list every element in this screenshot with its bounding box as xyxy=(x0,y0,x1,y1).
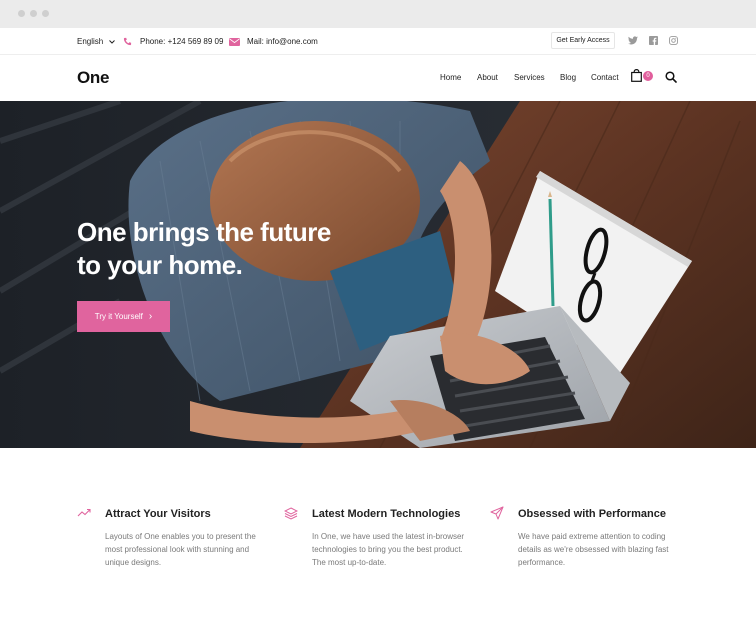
hero-section: One brings the future to your home. Try … xyxy=(0,101,756,448)
feature-title: Latest Modern Technologies xyxy=(312,508,461,520)
main-navbar: One Home About Services Blog Contact 0 xyxy=(0,55,756,101)
nav-link-contact[interactable]: Contact xyxy=(591,73,619,82)
window-close-dot[interactable] xyxy=(18,10,25,17)
cart-count-badge: 0 xyxy=(643,71,653,81)
phone-contact[interactable]: Phone: +124 569 89 09 xyxy=(123,37,223,46)
trending-up-icon xyxy=(77,508,91,517)
try-it-yourself-label: Try it Yourself xyxy=(94,312,143,321)
search-button[interactable] xyxy=(665,70,677,83)
mail-contact[interactable]: Mail: info@one.com xyxy=(229,37,318,46)
feature-title: Attract Your Visitors xyxy=(105,508,211,520)
chevron-down-icon xyxy=(109,39,116,44)
language-selector[interactable]: English xyxy=(77,37,116,46)
twitter-icon[interactable] xyxy=(627,34,639,46)
nav-link-blog[interactable]: Blog xyxy=(560,73,576,82)
feature-text: In One, we have used the latest in-brows… xyxy=(312,532,465,567)
window-minimize-dot[interactable] xyxy=(30,10,37,17)
feature-title: Obsessed with Performance xyxy=(518,508,666,520)
hero-title: One brings the future to your home. xyxy=(77,216,397,282)
layers-icon xyxy=(284,507,298,520)
browser-chrome xyxy=(0,0,756,28)
phone-icon xyxy=(123,37,132,46)
nav-link-about[interactable]: About xyxy=(477,73,498,82)
hero-title-line-2: to your home. xyxy=(77,250,243,280)
top-info-bar: English Phone: +124 569 89 09 Mail: info… xyxy=(0,28,756,55)
shopping-bag-icon xyxy=(631,69,642,82)
logo[interactable]: One xyxy=(77,68,109,88)
hero-title-line-1: One brings the future xyxy=(77,217,331,247)
window-maximize-dot[interactable] xyxy=(42,10,49,17)
get-early-access-button[interactable]: Get Early Access xyxy=(551,32,615,49)
phone-text: Phone: +124 569 89 09 xyxy=(140,37,224,46)
nav-link-services[interactable]: Services xyxy=(514,73,545,82)
facebook-icon[interactable] xyxy=(647,34,659,46)
search-icon xyxy=(665,71,677,83)
feature-text: We have paid extreme attention to coding… xyxy=(518,532,669,567)
instagram-icon[interactable] xyxy=(667,34,679,46)
feature-text: Layouts of One enables you to present th… xyxy=(105,532,256,567)
chevron-right-icon: › xyxy=(148,311,153,322)
cart-button[interactable]: 0 xyxy=(631,69,655,85)
try-it-yourself-button[interactable]: Try it Yourself › xyxy=(77,301,170,332)
paper-plane-icon xyxy=(490,506,504,520)
mail-text: Mail: info@one.com xyxy=(247,37,318,46)
nav-link-home[interactable]: Home xyxy=(440,73,461,82)
mail-icon xyxy=(229,37,240,46)
language-label: English xyxy=(77,37,104,46)
